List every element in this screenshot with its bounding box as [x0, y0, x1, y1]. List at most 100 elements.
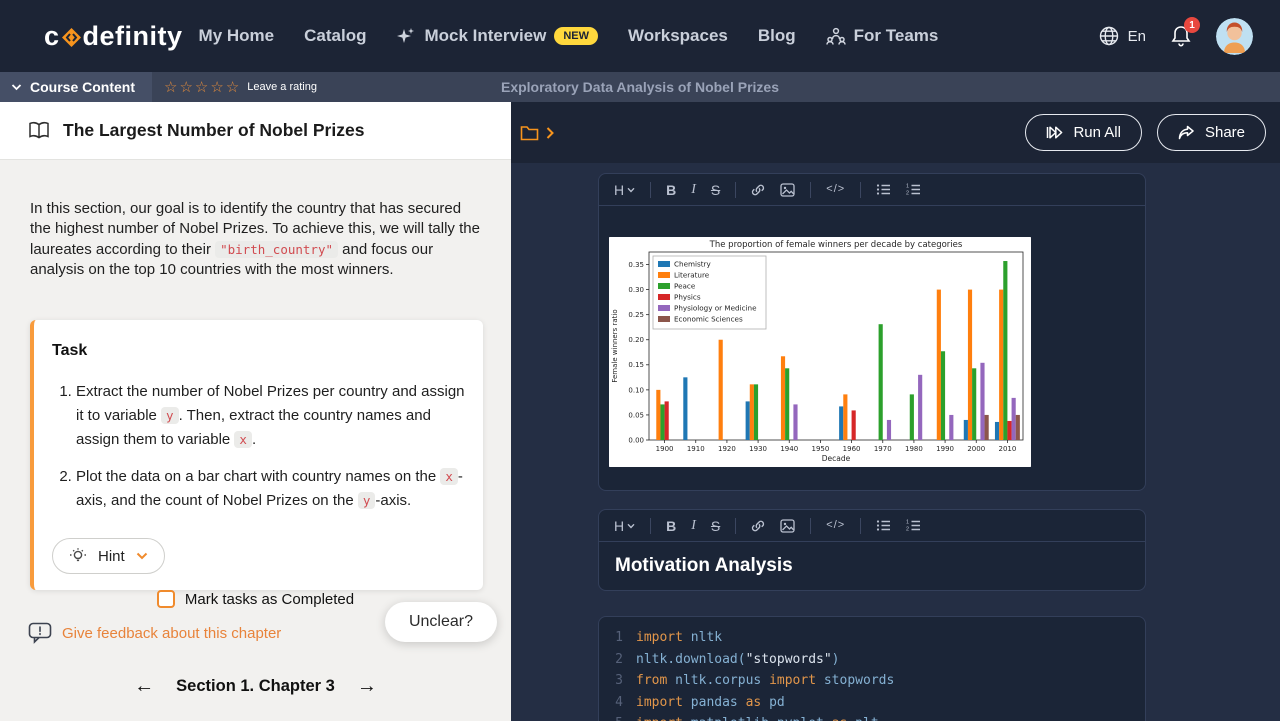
- star-outline-icon[interactable]: ☆: [179, 80, 192, 95]
- svg-text:Physics: Physics: [674, 293, 701, 302]
- navbar-right: En 1: [1098, 18, 1253, 55]
- sparkle-icon: [396, 26, 416, 46]
- code-line[interactable]: 4import pandas as pd: [613, 692, 1131, 714]
- image-icon: [780, 183, 795, 197]
- star-outline-icon[interactable]: ☆: [195, 80, 208, 95]
- folder-icon: [520, 124, 539, 141]
- star-outline-icon[interactable]: ☆: [210, 80, 223, 95]
- italic-button[interactable]: I: [691, 183, 696, 197]
- code-format-button[interactable]: </>: [826, 520, 845, 531]
- lesson-intro: In this section, our goal is to identify…: [0, 175, 511, 280]
- svg-text:1900: 1900: [656, 445, 674, 453]
- svg-text:1940: 1940: [780, 445, 798, 453]
- hint-button[interactable]: Hint: [52, 538, 165, 574]
- insert-image-button[interactable]: [780, 519, 795, 533]
- chevron-down-icon: [627, 187, 635, 193]
- section-chapter-label: Section 1. Chapter 3: [176, 677, 335, 696]
- workspace-actions: Run All Share: [1025, 114, 1266, 151]
- svg-text:1980: 1980: [905, 445, 923, 453]
- codefinity-logo[interactable]: c definity: [44, 21, 183, 52]
- svg-text:0.15: 0.15: [628, 361, 644, 369]
- nav-my-home[interactable]: My Home: [199, 26, 275, 46]
- numbered-list-button[interactable]: 1 2: [906, 519, 921, 532]
- svg-text:Literature: Literature: [674, 271, 710, 280]
- notebook-scroll-area[interactable]: H B I S: [511, 163, 1280, 721]
- markdown-heading[interactable]: Motivation Analysis: [599, 542, 1145, 590]
- code-line[interactable]: 2nltk.download("stopwords"): [613, 649, 1131, 671]
- inline-code: x: [234, 431, 252, 448]
- file-tree-toggle[interactable]: [520, 124, 555, 141]
- bullet-list-icon: [876, 183, 891, 196]
- code-line[interactable]: 5import matplotlib.pyplot as plt: [613, 713, 1131, 721]
- run-all-label: Run All: [1073, 124, 1121, 141]
- notebook-cell-code[interactable]: 1import nltk2nltk.download("stopwords")3…: [598, 616, 1146, 721]
- avatar[interactable]: [1216, 18, 1253, 55]
- bold-button[interactable]: B: [666, 519, 676, 533]
- svg-text:1930: 1930: [749, 445, 767, 453]
- svg-text:1920: 1920: [718, 445, 736, 453]
- code-line[interactable]: 3from nltk.corpus import stopwords: [613, 670, 1131, 692]
- link-button[interactable]: [751, 183, 765, 197]
- svg-text:1: 1: [906, 519, 909, 525]
- nav-mock-interview[interactable]: Mock Interview NEW: [396, 26, 598, 46]
- nav-catalog[interactable]: Catalog: [304, 26, 366, 46]
- svg-text:2010: 2010: [999, 445, 1017, 453]
- share-label: Share: [1205, 124, 1245, 141]
- bold-button[interactable]: B: [666, 183, 676, 197]
- leave-rating-label[interactable]: Leave a rating: [247, 81, 317, 93]
- inline-code: x: [440, 468, 458, 485]
- unclear-button[interactable]: Unclear?: [385, 602, 497, 642]
- italic-button[interactable]: I: [691, 519, 696, 533]
- editor-toolbar: H B I S: [599, 174, 1145, 206]
- nav-workspaces[interactable]: Workspaces: [628, 26, 728, 46]
- mark-completed-label: Mark tasks as Completed: [185, 591, 354, 608]
- lesson-title: The Largest Number of Nobel Prizes: [63, 120, 364, 141]
- inline-code: "birth_country": [215, 241, 338, 258]
- task-list: Extract the number of Nobel Prizes per c…: [52, 380, 465, 513]
- share-icon: [1178, 125, 1195, 140]
- star-outline-icon[interactable]: ☆: [164, 80, 177, 95]
- bullet-list-button[interactable]: [876, 183, 891, 196]
- run-all-button[interactable]: Run All: [1025, 114, 1142, 151]
- code-format-button[interactable]: </>: [826, 184, 845, 195]
- svg-text:1960: 1960: [843, 445, 861, 453]
- toolbar-divider: [810, 182, 811, 198]
- notifications-button[interactable]: 1: [1170, 24, 1192, 48]
- bullet-list-icon: [876, 519, 891, 532]
- share-button[interactable]: Share: [1157, 114, 1266, 151]
- code-editor[interactable]: 1import nltk2nltk.download("stopwords")3…: [599, 617, 1145, 721]
- next-chapter-arrow-icon[interactable]: →: [357, 676, 377, 696]
- toolbar-divider: [735, 518, 736, 534]
- svg-text:0.20: 0.20: [628, 336, 644, 344]
- nav-blog[interactable]: Blog: [758, 26, 796, 46]
- notebook-cell-heading: H B I S: [598, 509, 1146, 591]
- insert-image-button[interactable]: [780, 183, 795, 197]
- numbered-list-button[interactable]: 1 2: [906, 183, 921, 196]
- mark-completed-checkbox[interactable]: [157, 590, 175, 608]
- rating-stars[interactable]: ☆ ☆ ☆ ☆ ☆: [164, 80, 239, 95]
- feedback-link[interactable]: Give feedback about this chapter: [28, 622, 281, 644]
- svg-text:Economic Sciences: Economic Sciences: [674, 315, 743, 324]
- bullet-list-button[interactable]: [876, 519, 891, 532]
- feedback-label: Give feedback about this chapter: [62, 625, 281, 642]
- lightbulb-icon: [69, 547, 87, 565]
- heading-format-button[interactable]: H: [614, 183, 635, 197]
- nav-for-teams[interactable]: For Teams: [826, 26, 939, 46]
- toolbar-divider: [860, 518, 861, 534]
- inline-code: y: [358, 492, 376, 509]
- strikethrough-button[interactable]: S: [711, 183, 720, 197]
- strikethrough-button[interactable]: S: [711, 519, 720, 533]
- code-line[interactable]: 1import nltk: [613, 627, 1131, 649]
- link-button[interactable]: [751, 519, 765, 533]
- task-heading: Task: [52, 342, 465, 360]
- feedback-bubble-icon: [28, 622, 52, 644]
- avatar-image: [1216, 18, 1253, 55]
- task-card: Task Extract the number of Nobel Prizes …: [30, 320, 483, 590]
- star-outline-icon[interactable]: ☆: [226, 80, 239, 95]
- prev-chapter-arrow-icon[interactable]: ←: [134, 676, 154, 696]
- language-selector[interactable]: En: [1098, 25, 1146, 47]
- run-all-icon: [1046, 125, 1063, 140]
- course-content-toggle[interactable]: Course Content: [0, 72, 152, 102]
- heading-format-button[interactable]: H: [614, 519, 635, 533]
- svg-text:Chemistry: Chemistry: [674, 260, 712, 269]
